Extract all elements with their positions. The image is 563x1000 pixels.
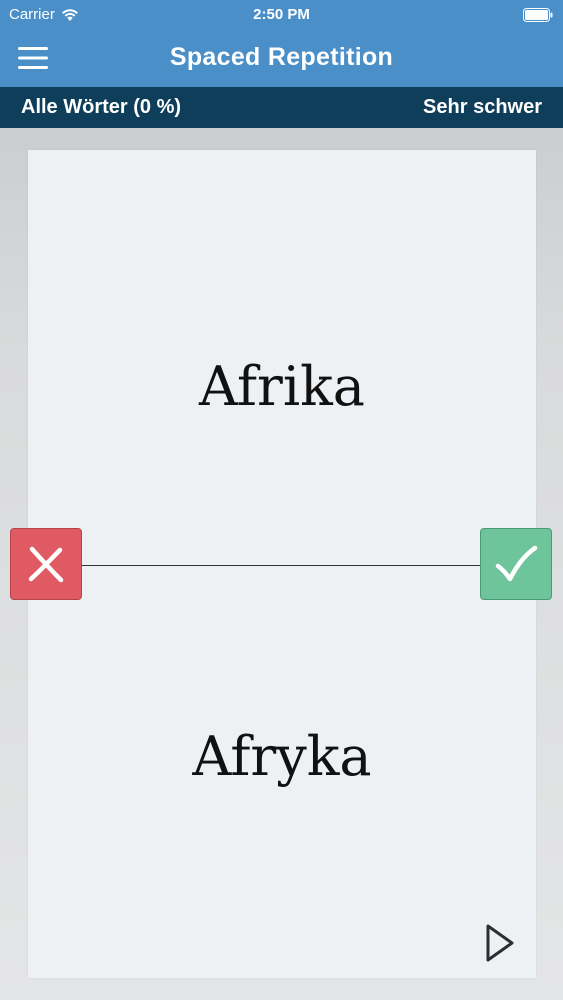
flashcard[interactable]: Afrika Afryka (28, 150, 536, 978)
checkmark-icon (495, 545, 538, 582)
battery-icon (523, 8, 553, 22)
status-bar: Carrier 2:50 PM (0, 0, 563, 30)
play-icon (486, 924, 514, 962)
nav-bar: Spaced Repetition (0, 30, 563, 87)
card-front-word: Afrika (198, 355, 366, 418)
correct-answer-button[interactable] (480, 528, 552, 600)
card-divider (82, 565, 482, 566)
status-time: 2:50 PM (253, 6, 310, 23)
card-back-word: Afryka (192, 725, 372, 788)
page-title: Spaced Repetition (169, 43, 394, 71)
difficulty-selector[interactable]: Sehr schwer (423, 87, 542, 128)
deck-info-bar: Alle Wörter (0 %) Sehr schwer (0, 87, 563, 128)
play-audio-button[interactable] (480, 920, 520, 966)
deck-selector[interactable]: Alle Wörter (0 %) (21, 87, 181, 128)
cross-icon (28, 546, 64, 583)
wrong-answer-button[interactable] (10, 528, 82, 600)
app-root: Carrier 2:50 PM Spaced Repetition Alle W… (0, 0, 563, 1000)
